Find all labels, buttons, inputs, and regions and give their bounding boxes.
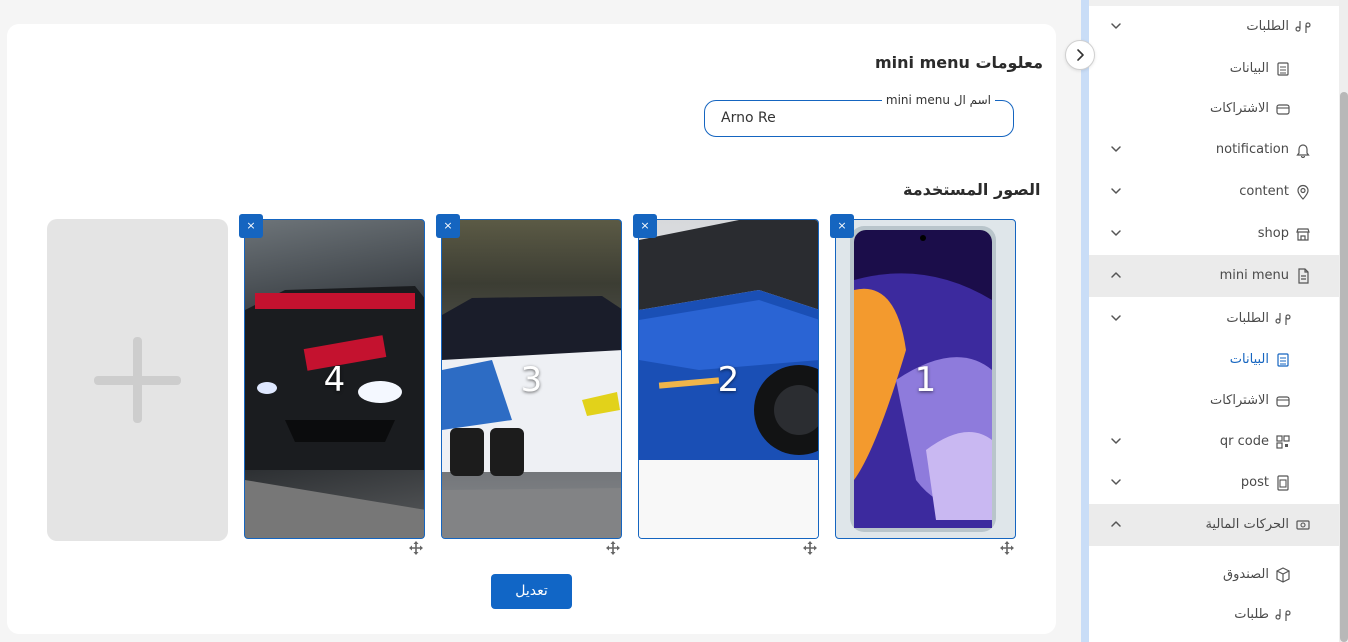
sidebar-item-label: الصندوق [1223, 567, 1269, 582]
image-number: 4 [323, 360, 346, 400]
chevron-down-icon[interactable] [1109, 184, 1123, 198]
money-icon [1296, 520, 1310, 530]
document-icon [1298, 268, 1309, 284]
move-icon[interactable] [606, 541, 620, 555]
sidebar-item-label: notification [1215, 142, 1289, 157]
name-field-label: اسم ال mini menu [881, 92, 995, 108]
plus-icon-bar [94, 376, 181, 385]
sidebar-item[interactable]: البيانات [1089, 339, 1339, 381]
orders-icon [1295, 21, 1311, 33]
data-icon [1277, 62, 1289, 76]
add-image-button[interactable] [47, 219, 228, 541]
sidebar-item-label: content [1239, 184, 1289, 199]
sidebar-item[interactable]: الصندوق [1089, 554, 1339, 596]
bell-icon [1296, 144, 1310, 158]
sidebar-item[interactable]: الاشتراكات [1089, 88, 1339, 130]
save-button[interactable]: تعديل [491, 574, 572, 609]
section-title-images: الصور المستخدمة [903, 180, 1041, 199]
sidebar-item[interactable]: البيانات [1089, 48, 1339, 90]
sidebar-item[interactable]: طلبات [1089, 594, 1339, 636]
move-icon[interactable] [803, 541, 817, 555]
image-thumbnail-2[interactable]: 2 [638, 219, 819, 539]
section-title-info: معلومات mini menu [875, 53, 1043, 72]
sidebar-item-label: الطلبات [1246, 19, 1289, 34]
sidebar-item-label: shop [1257, 226, 1289, 241]
sidebar-item-label: mini menu [1219, 268, 1289, 283]
image-number: 3 [520, 360, 543, 400]
sidebar-item[interactable]: mini menu [1089, 255, 1339, 297]
sidebar-item-label: post [1240, 475, 1269, 490]
sidebar-item-label: qr code [1219, 434, 1269, 449]
store-icon [1296, 228, 1310, 241]
sidebar-item[interactable]: qr code [1089, 421, 1339, 463]
chevron-right-icon [1077, 49, 1084, 61]
image-thumbnail-1[interactable]: 1 [835, 219, 1016, 539]
chevron-down-icon[interactable] [1109, 434, 1123, 448]
chevron-up-icon[interactable] [1109, 517, 1123, 531]
chevron-down-icon[interactable] [1109, 142, 1123, 156]
image-number: 1 [914, 360, 937, 400]
remove-image-4-button[interactable]: × [239, 214, 263, 238]
sidebar-item[interactable]: الحركات المالية [1089, 504, 1339, 546]
chevron-down-icon[interactable] [1109, 19, 1123, 33]
remove-image-3-button[interactable]: × [436, 214, 460, 238]
sidebar-item[interactable]: الاشتراكات [1089, 380, 1339, 422]
image-thumbnail-4[interactable]: 4 [244, 219, 425, 539]
orders-icon [1275, 313, 1291, 325]
remove-image-2-button[interactable]: × [633, 214, 657, 238]
subscriptions-icon [1276, 396, 1290, 407]
name-input[interactable] [721, 110, 981, 126]
image-number: 2 [717, 360, 740, 400]
sidebar-edge [1081, 0, 1089, 642]
sidebar-item-label: البيانات [1229, 352, 1269, 367]
sidebar-item[interactable]: content [1089, 171, 1339, 213]
remove-image-1-button[interactable]: × [830, 214, 854, 238]
sidebar-item[interactable]: post [1089, 462, 1339, 504]
image-thumbnail-3[interactable]: 3 [441, 219, 622, 539]
sidebar-item-label: طلبات [1234, 607, 1269, 622]
name-field[interactable]: اسم ال mini menu [704, 92, 1014, 137]
sidebar-item-label: الاشتراكات [1209, 101, 1269, 116]
sidebar-item-label: الحركات المالية [1205, 517, 1289, 532]
sidebar-item[interactable]: الطلبات [1089, 6, 1339, 48]
post-icon [1277, 475, 1289, 491]
chevron-down-icon[interactable] [1109, 475, 1123, 489]
sidebar-item[interactable]: الطلبات [1089, 298, 1339, 340]
sidebar-item-label: الاشتراكات [1209, 393, 1269, 408]
collapse-sidebar-button[interactable] [1065, 40, 1095, 70]
chevron-down-icon[interactable] [1109, 311, 1123, 325]
chevron-down-icon[interactable] [1109, 226, 1123, 240]
sidebar-item-label: الطلبات [1226, 311, 1269, 326]
scrollbar-thumb[interactable] [1340, 92, 1348, 642]
subscriptions-icon [1276, 104, 1290, 115]
sidebar-item[interactable]: notification [1089, 129, 1339, 171]
data-icon [1277, 353, 1289, 367]
box-icon [1276, 567, 1290, 583]
orders-icon [1275, 609, 1291, 621]
move-icon[interactable] [409, 541, 423, 555]
qr-icon [1276, 435, 1290, 449]
move-icon[interactable] [1000, 541, 1014, 555]
sidebar-item-label: البيانات [1229, 61, 1269, 76]
chevron-up-icon[interactable] [1109, 268, 1123, 282]
location-icon [1297, 184, 1309, 200]
sidebar-item[interactable]: shop [1089, 213, 1339, 255]
